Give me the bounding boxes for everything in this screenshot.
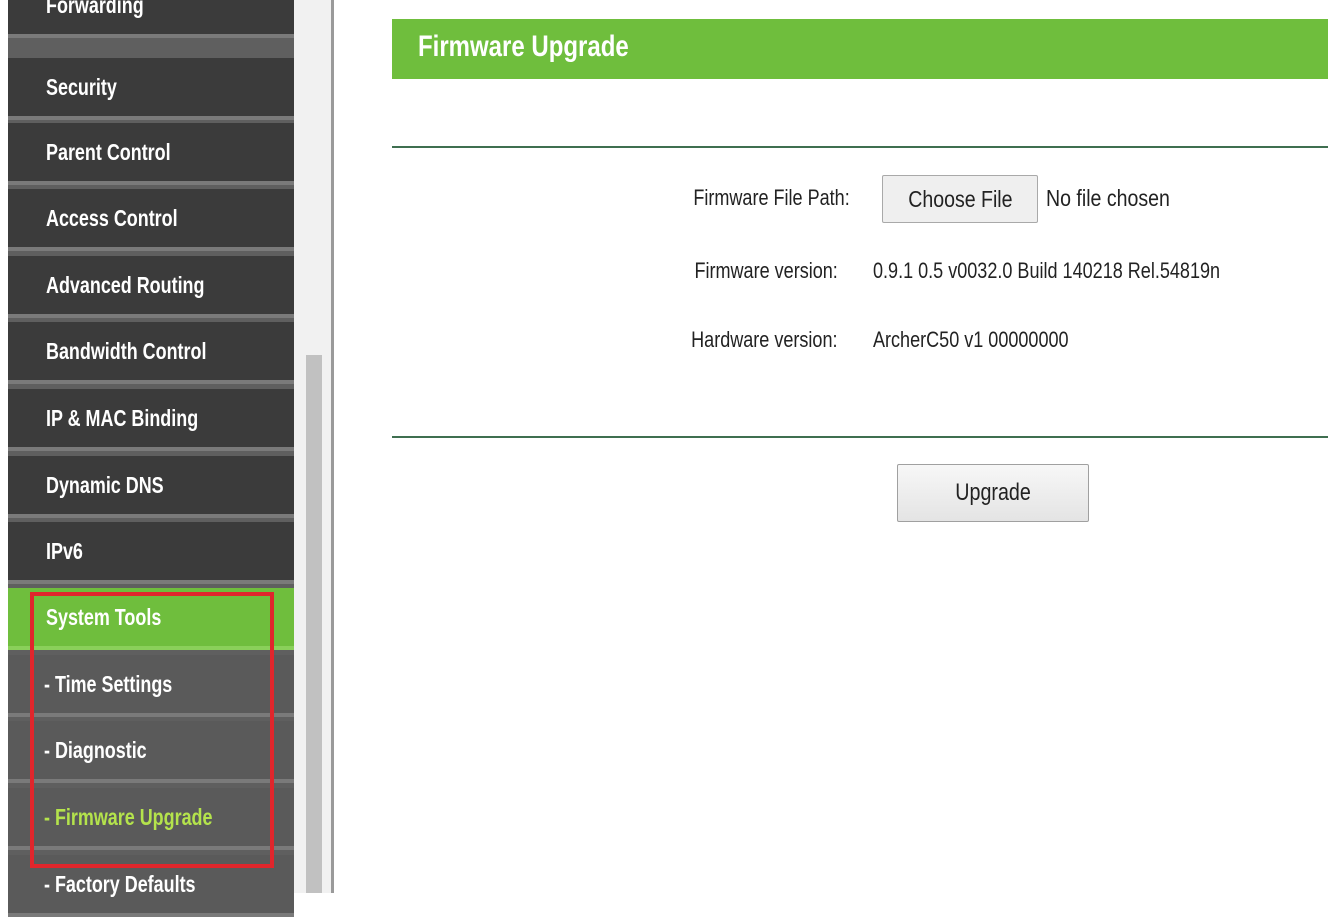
sidebar-item-label: IP & MAC Binding	[46, 405, 199, 431]
upgrade-label: Upgrade	[955, 479, 1031, 506]
sidebar-item-label: IPv6	[46, 538, 83, 564]
upgrade-button[interactable]: Upgrade	[897, 464, 1089, 522]
hardware-version-value: ArcherC50 v1 00000000	[873, 327, 1069, 352]
sidebar-item-security[interactable]: Security	[8, 58, 294, 120]
sidebar-item-label: Dynamic DNS	[46, 472, 164, 498]
left-edge	[0, 0, 8, 893]
sidebar-item-bandwidth-control[interactable]: Bandwidth Control	[8, 322, 294, 384]
sidebar-scrollbar-thumb[interactable]	[306, 355, 322, 893]
sidebar-item-ip-mac-binding[interactable]: IP & MAC Binding	[8, 389, 294, 451]
sidebar-item-label: Bandwidth Control	[46, 338, 207, 364]
sidebar-item-advanced-routing[interactable]: Advanced Routing	[8, 256, 294, 318]
top-divider	[392, 146, 1328, 148]
sidebar-item-label: Access Control	[46, 205, 178, 231]
sidebar-item-label: Forwarding	[46, 0, 144, 18]
sidebar-item-access-control[interactable]: Access Control	[8, 189, 294, 251]
file-status-text: No file chosen	[1046, 185, 1170, 211]
sidebar-item-ipv6[interactable]: IPv6	[8, 522, 294, 584]
sidebar-item-label: Security	[46, 74, 117, 100]
firmware-file-path-label: Firmware File Path:	[693, 185, 850, 210]
sidebar-item-dynamic-dns[interactable]: Dynamic DNS	[8, 456, 294, 518]
choose-file-label: Choose File	[907, 185, 1013, 212]
sidebar-item-parent-control[interactable]: Parent Control	[8, 123, 294, 185]
sidebar-item-forwarding[interactable]: Forwarding	[8, 0, 294, 38]
choose-file-button[interactable]: Choose File	[882, 175, 1038, 223]
highlight-annotation-box	[30, 592, 274, 868]
firmware-version-label: Firmware version:	[694, 258, 838, 283]
page-title: Firmware Upgrade	[418, 30, 629, 63]
page-header-bar: Firmware Upgrade	[392, 19, 1328, 79]
sidebar-item-label: Advanced Routing	[46, 272, 205, 298]
sidebar-item-label: Parent Control	[46, 139, 171, 165]
content-divider	[331, 0, 334, 893]
bottom-divider	[392, 436, 1328, 438]
firmware-version-value: 0.9.1 0.5 v0032.0 Build 140218 Rel.54819…	[873, 258, 1221, 283]
hardware-version-label: Hardware version:	[691, 327, 838, 352]
